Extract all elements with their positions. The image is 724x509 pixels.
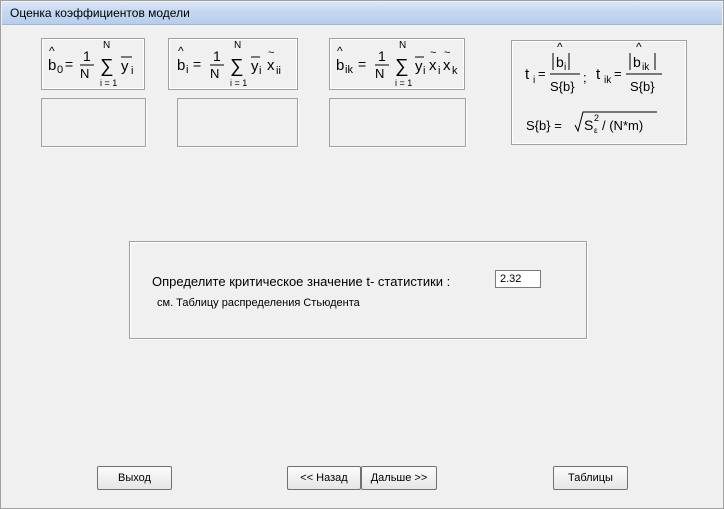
critical-value-panel: Определите критическое значение t- стати… xyxy=(129,241,587,339)
svg-text:i: i xyxy=(259,65,261,77)
exit-button[interactable]: Выход xyxy=(97,466,172,490)
svg-text:ik: ik xyxy=(604,75,612,86)
svg-text:S: S xyxy=(584,117,593,133)
svg-text:t: t xyxy=(525,66,530,83)
svg-text:k: k xyxy=(452,65,458,77)
tables-button[interactable]: Таблицы xyxy=(553,466,628,490)
window-title: Оценка коэффициентов модели xyxy=(10,6,190,20)
svg-text:N: N xyxy=(103,40,110,51)
critical-value-prompt: Определите критическое значение t- стати… xyxy=(152,274,451,289)
svg-text:∑: ∑ xyxy=(395,56,409,77)
formula-b0-box: ^ b 0 = 1 N N ∑ i = 1 y i xyxy=(41,38,145,90)
svg-text:x: x xyxy=(429,57,437,74)
back-button[interactable]: << Назад xyxy=(287,466,361,490)
svg-text:^: ^ xyxy=(337,44,343,58)
svg-text:/ (N*m): / (N*m) xyxy=(602,118,643,133)
svg-text:y: y xyxy=(415,58,423,75)
critical-value-input[interactable] xyxy=(495,270,541,288)
formula-bik-box: ^ b ik = 1 N N ∑ i = 1 y i ~ x i ~ x k xyxy=(329,38,465,90)
svg-text:N: N xyxy=(210,66,219,81)
svg-text:=: = xyxy=(358,56,366,72)
svg-text:1: 1 xyxy=(213,48,221,64)
svg-text:b: b xyxy=(633,54,641,70)
svg-text:=: = xyxy=(193,56,201,72)
svg-text:N: N xyxy=(234,40,241,51)
svg-text:ε: ε xyxy=(594,126,598,135)
svg-text:S{b} =: S{b} = xyxy=(526,118,562,133)
svg-text:b: b xyxy=(177,57,185,74)
svg-text:i: i xyxy=(131,65,133,77)
svg-text:i: i xyxy=(533,75,535,86)
svg-text:i: i xyxy=(564,62,566,73)
svg-text:x: x xyxy=(443,57,451,74)
svg-text:^: ^ xyxy=(49,44,55,58)
svg-text:^: ^ xyxy=(636,40,642,54)
formula-t: t i = ^ b i S{b} ; t ik = ^ b ik S{b} S{… xyxy=(525,40,662,135)
svg-text:ik: ik xyxy=(345,64,353,76)
student-table-reference: см. Таблицу распределения Стьюдента xyxy=(157,297,360,309)
svg-text:i: i xyxy=(186,64,188,76)
result-bik-box xyxy=(329,98,466,147)
svg-text:ik: ik xyxy=(642,62,650,73)
svg-text:0: 0 xyxy=(57,64,63,76)
svg-text:ii: ii xyxy=(276,65,281,77)
next-button[interactable]: Дальше >> xyxy=(361,466,437,490)
svg-text:^: ^ xyxy=(178,44,184,58)
svg-text:2: 2 xyxy=(594,113,599,123)
svg-text:1: 1 xyxy=(378,48,386,64)
svg-text:y: y xyxy=(251,58,259,75)
svg-text:i = 1: i = 1 xyxy=(230,78,247,88)
svg-text:i: i xyxy=(438,65,440,77)
svg-text:y: y xyxy=(121,58,129,75)
svg-text:N: N xyxy=(80,66,89,81)
svg-text:N: N xyxy=(399,40,406,51)
svg-text:∑: ∑ xyxy=(230,56,244,77)
svg-text:b: b xyxy=(336,57,344,74)
svg-text:S{b}: S{b} xyxy=(550,79,575,94)
svg-text:=: = xyxy=(538,66,546,81)
formula-bik: ^ b ik = 1 N N ∑ i = 1 y i ~ x i ~ x k xyxy=(336,40,458,88)
svg-text:^: ^ xyxy=(557,40,563,54)
svg-text:x: x xyxy=(267,57,275,74)
svg-text:=: = xyxy=(614,66,622,81)
svg-text:i = 1: i = 1 xyxy=(395,78,412,88)
result-b0-box xyxy=(41,98,146,147)
formula-b0: ^ b 0 = 1 N N ∑ i = 1 y i xyxy=(48,40,133,88)
svg-text:S{b}: S{b} xyxy=(630,79,655,94)
result-bi-box xyxy=(177,98,298,147)
svg-text:b: b xyxy=(48,57,56,74)
svg-text:1: 1 xyxy=(83,48,91,64)
formula-bi-box: ^ b i = 1 N N ∑ i = 1 y i ~ x ii xyxy=(168,38,298,90)
svg-text:t: t xyxy=(596,66,601,83)
svg-text:=: = xyxy=(65,56,73,72)
formula-bi: ^ b i = 1 N N ∑ i = 1 y i ~ x ii xyxy=(177,40,281,88)
svg-text:i = 1: i = 1 xyxy=(100,78,117,88)
svg-text:i: i xyxy=(423,65,425,77)
title-bar: Оценка коэффициентов модели xyxy=(2,2,722,25)
svg-text:;: ; xyxy=(583,70,587,85)
main-window: Оценка коэффициентов модели ^ b 0 = 1 N … xyxy=(0,0,724,509)
svg-text:N: N xyxy=(375,66,384,81)
svg-text:b: b xyxy=(556,54,564,70)
svg-text:∑: ∑ xyxy=(100,56,114,77)
formula-t-box: t i = ^ b i S{b} ; t ik = ^ b ik S{b} S{… xyxy=(511,40,687,145)
